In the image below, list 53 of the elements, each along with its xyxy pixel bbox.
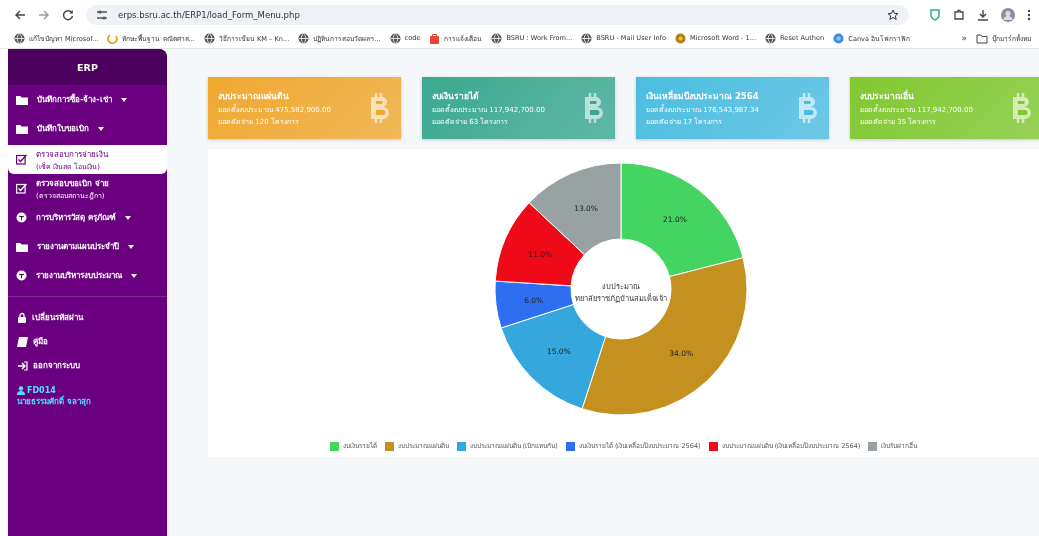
site-settings-icon[interactable] — [96, 9, 108, 21]
menu-item[interactable]: รายงานตามแผนประจำปี — [8, 232, 167, 261]
more-icon[interactable] — [1027, 9, 1031, 21]
user-name: นายธรรมศักดิ์ จลาสุก — [17, 395, 92, 408]
download-icon[interactable] — [977, 9, 989, 21]
globe-icon — [203, 32, 215, 44]
circle-icon — [674, 32, 686, 44]
bitcoin-icon — [1011, 93, 1033, 123]
globe-icon — [491, 32, 503, 44]
bitcoin-icon — [797, 93, 819, 123]
menu-item[interactable]: คู่มือ — [8, 335, 167, 348]
folder-icon — [16, 94, 28, 105]
globe-icon — [298, 32, 310, 44]
card-title: งบเงินรายได้ — [432, 90, 480, 103]
back-icon[interactable] — [14, 9, 26, 21]
folder-icon — [16, 241, 28, 252]
address-bar[interactable]: erps.bsru.ac.th/ERP1/load_Form_Menu.php — [86, 5, 909, 25]
lock-icon — [17, 312, 27, 323]
book-icon — [17, 336, 28, 347]
menu-item[interactable]: ออกจากระบบ — [8, 359, 167, 372]
puzzle-icon[interactable] — [953, 9, 965, 21]
bitcoin-icon — [369, 93, 391, 123]
url-text: erps.bsru.ac.th/ERP1/load_Form_Menu.php — [118, 10, 300, 20]
user-icon — [17, 386, 25, 395]
menu-item[interactable]: บันทึกใบขอเบิก — [8, 114, 167, 143]
circle-icon — [833, 32, 845, 44]
app-title: ERP — [8, 49, 167, 85]
folder-icon — [16, 123, 28, 134]
checkbox-icon — [16, 183, 27, 194]
folder-icon — [976, 32, 988, 44]
bitcoin-icon — [583, 93, 605, 123]
reload-icon[interactable] — [62, 9, 74, 21]
menu-item[interactable]: เปลี่ยนรหัสผ่าน — [8, 311, 167, 324]
user-id: FD014 — [17, 386, 158, 395]
checkbox-icon — [16, 154, 27, 165]
card-title: เงินเหลื่อมปีงบประมาณ 2564 — [646, 89, 759, 103]
menu-item[interactable]: รายงานบริหารงบประมาณ — [8, 261, 167, 290]
globe-icon — [14, 32, 25, 44]
avatar-icon[interactable] — [1001, 8, 1015, 22]
sign-out-icon — [17, 360, 28, 371]
forward-icon[interactable] — [38, 9, 50, 21]
card-title: งบประมาณอื่น — [860, 89, 915, 103]
globe-icon — [389, 32, 401, 44]
shield-icon[interactable] — [929, 9, 941, 21]
globe-icon — [765, 32, 777, 44]
globe-icon — [581, 32, 593, 44]
ring-icon — [107, 32, 119, 44]
more-bookmarks-button[interactable]: » — [961, 33, 967, 43]
card-title: งบประมาณแผ่นดิน — [218, 90, 290, 103]
star-icon[interactable] — [887, 9, 899, 21]
bag-icon — [429, 32, 441, 44]
menu-item[interactable]: การบริหารวัสดุ ครุภัณฑ์ — [8, 203, 167, 232]
menu-item[interactable]: บันทึกการซื้อ-จ้าง-เช่า — [8, 85, 167, 114]
